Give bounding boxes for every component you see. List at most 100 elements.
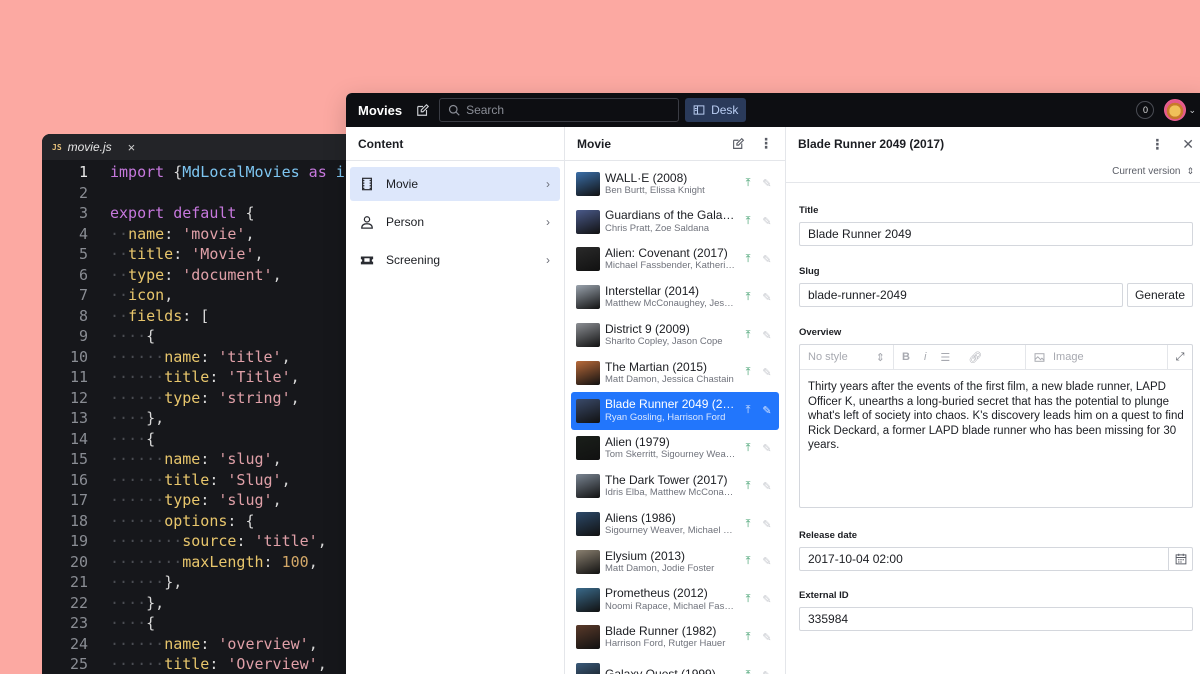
desk-tool-button[interactable]: Desk xyxy=(685,98,747,122)
document-list-item[interactable]: WALL·E (2008) Ben Burtt, Elissa Knight ⤒ ✎ xyxy=(571,165,779,203)
image-icon xyxy=(1034,352,1045,362)
document-list: WALL·E (2008) Ben Burtt, Elissa Knight ⤒ ✎ G… xyxy=(565,161,785,674)
code-token: icon xyxy=(128,286,165,304)
document-list-item[interactable]: Elysium (2013) Matt Damon, Jodie Foster ⤒ ✎ xyxy=(571,543,779,581)
code-text: ··title: 'Movie', xyxy=(110,245,264,263)
line-number: 14 xyxy=(69,429,88,448)
notification-badge[interactable]: 0 xyxy=(1136,101,1155,119)
edit-status-icon: ✎ xyxy=(760,669,774,674)
document-list-title: Blade Runner 2049 (2017) xyxy=(605,398,736,412)
code-text: ······type: 'string', xyxy=(110,388,300,407)
title-input[interactable]: Blade Runner 2049 xyxy=(799,222,1193,246)
document-list-item[interactable]: Alien (1979) Tom Skerritt, Sigourney Weav… xyxy=(571,430,779,468)
studio-brand[interactable]: Movies xyxy=(358,103,402,118)
code-token: as xyxy=(299,163,327,181)
link-icon[interactable]: 🔗︎ xyxy=(968,351,982,364)
line-number: 11 xyxy=(69,368,88,386)
content-type-list: Movie › Person › Screening › xyxy=(346,161,564,287)
italic-button[interactable]: i xyxy=(924,351,926,363)
poster-thumbnail xyxy=(576,360,600,385)
document-list-item[interactable]: Galaxy Quest (1999) ⤒ ✎ xyxy=(571,656,779,674)
code-token: export xyxy=(110,204,165,222)
code-token: 'Movie' xyxy=(191,245,255,263)
code-token: source xyxy=(182,532,237,550)
document-list-item[interactable]: Aliens (1986) Sigourney Weaver, Michael B… xyxy=(571,505,779,543)
document-list-text: Alien: Covenant (2017) Michael Fassbender… xyxy=(605,247,736,272)
compose-icon[interactable] xyxy=(416,103,430,117)
code-token: , xyxy=(308,634,318,653)
document-list-text: The Martian (2015) Matt Damon, Jessica Ch… xyxy=(605,361,736,386)
slug-input[interactable]: blade-runner-2049 xyxy=(799,283,1123,307)
code-token: fields xyxy=(128,306,183,325)
content-item-screening[interactable]: Screening › xyxy=(350,243,560,277)
editor-tab-filename: movie.js xyxy=(67,140,112,154)
code-token: , xyxy=(272,450,282,468)
document-list-title: Movie xyxy=(577,136,612,151)
poster-thumbnail xyxy=(576,625,600,650)
document-menu-icon[interactable]: ⋮ xyxy=(1150,136,1164,153)
bold-button[interactable]: B xyxy=(902,351,910,363)
code-token: 'document' xyxy=(182,265,273,284)
edit-status-icon: ✎ xyxy=(762,442,772,455)
edit-status-icon: ✎ xyxy=(762,178,772,191)
external-id-input[interactable]: 335984 xyxy=(799,607,1193,631)
code-token: title xyxy=(164,368,210,386)
generate-slug-button[interactable]: Generate xyxy=(1126,283,1193,307)
code-text: ······title: 'Slug', xyxy=(110,470,291,489)
release-date-value: 2017-10-04 02:00 xyxy=(808,552,903,566)
code-token: , xyxy=(317,655,327,673)
line-number: 20 xyxy=(69,552,88,571)
document-list-item[interactable]: District 9 (2009) Sharlto Copley, Jason C… xyxy=(571,316,779,354)
code-token: : [ xyxy=(182,306,210,325)
code-token: 'overview' xyxy=(218,634,309,653)
bullet-list-icon[interactable]: ☰ xyxy=(940,351,950,364)
search-input[interactable]: Search xyxy=(439,98,680,122)
chevron-down-icon[interactable]: ⌄ xyxy=(1188,105,1196,116)
line-number: 12 xyxy=(69,388,88,407)
calendar-icon[interactable] xyxy=(1168,548,1192,570)
code-token: : xyxy=(263,552,282,571)
content-item-person[interactable]: Person › xyxy=(350,205,560,239)
close-icon[interactable]: × xyxy=(128,140,136,155)
version-selector[interactable]: Current version ⇕ xyxy=(786,161,1200,183)
close-pane-icon[interactable]: ✕ xyxy=(1182,136,1194,153)
document-list-subtitle: Michael Fassbender, Katherine Waterston xyxy=(605,261,736,272)
document-list-item[interactable]: Blade Runner 2049 (2017) Ryan Gosling, Ha… xyxy=(571,391,779,430)
code-token: : xyxy=(173,245,192,263)
document-list-item[interactable]: Alien: Covenant (2017) Michael Fassbender… xyxy=(571,241,779,279)
chevron-right-icon: › xyxy=(546,177,550,191)
code-token: type xyxy=(164,388,201,407)
ticket-icon xyxy=(360,253,374,267)
code-token: : { xyxy=(227,511,255,530)
published-status-icon: ⤒ xyxy=(745,593,751,606)
user-avatar[interactable] xyxy=(1164,99,1187,121)
code-token: { xyxy=(164,163,183,181)
content-item-movie[interactable]: Movie › xyxy=(350,167,560,201)
editor-tab-movie-js[interactable]: JS movie.js × xyxy=(52,134,145,160)
overview-text[interactable]: Thirty years after the events of the fir… xyxy=(800,370,1192,507)
create-document-icon[interactable] xyxy=(732,137,745,150)
code-text: ········source: 'title', xyxy=(110,532,327,550)
code-token: 'Slug' xyxy=(227,470,282,489)
code-text: ······name: 'slug', xyxy=(110,450,282,468)
insert-image-button[interactable]: Image xyxy=(1026,345,1168,369)
document-list-text: District 9 (2009) Sharlto Copley, Jason C… xyxy=(605,323,736,348)
style-select[interactable]: No style ⇕ xyxy=(800,345,894,369)
code-text: ······name: 'title', xyxy=(110,347,291,366)
more-menu-icon[interactable]: ⋮ xyxy=(759,135,773,152)
document-list-item[interactable]: Blade Runner (1982) Harrison Ford, Rutger… xyxy=(571,619,779,657)
document-list-text: Blade Runner 2049 (2017) Ryan Gosling, Ha… xyxy=(605,398,736,423)
code-token: 100 xyxy=(281,552,309,571)
document-list-item[interactable]: The Martian (2015) Matt Damon, Jessica Ch… xyxy=(571,354,779,392)
document-list-item[interactable]: Guardians of the Galaxy (2014)Chris Prat… xyxy=(571,203,779,241)
document-list-item[interactable]: Prometheus (2012) Noomi Rapace, Michael F… xyxy=(571,581,779,619)
document-list-title: Blade Runner (1982) xyxy=(605,625,717,639)
document-list-item[interactable]: Interstellar (2014) Matthew McConaughey, … xyxy=(571,278,779,316)
expand-icon[interactable]: ⤢ xyxy=(1168,351,1192,364)
release-date-input[interactable]: 2017-10-04 02:00 xyxy=(799,547,1193,571)
line-number: 8 xyxy=(78,306,88,325)
line-number: 4 xyxy=(78,224,88,243)
document-list-item[interactable]: The Dark Tower (2017) Idris Elba, Matthew… xyxy=(571,467,779,505)
overview-editor: No style ⇕ B i ☰ 🔗︎ Image ⤢ Thirty years… xyxy=(799,344,1193,508)
content-item-label: Movie xyxy=(386,177,419,191)
